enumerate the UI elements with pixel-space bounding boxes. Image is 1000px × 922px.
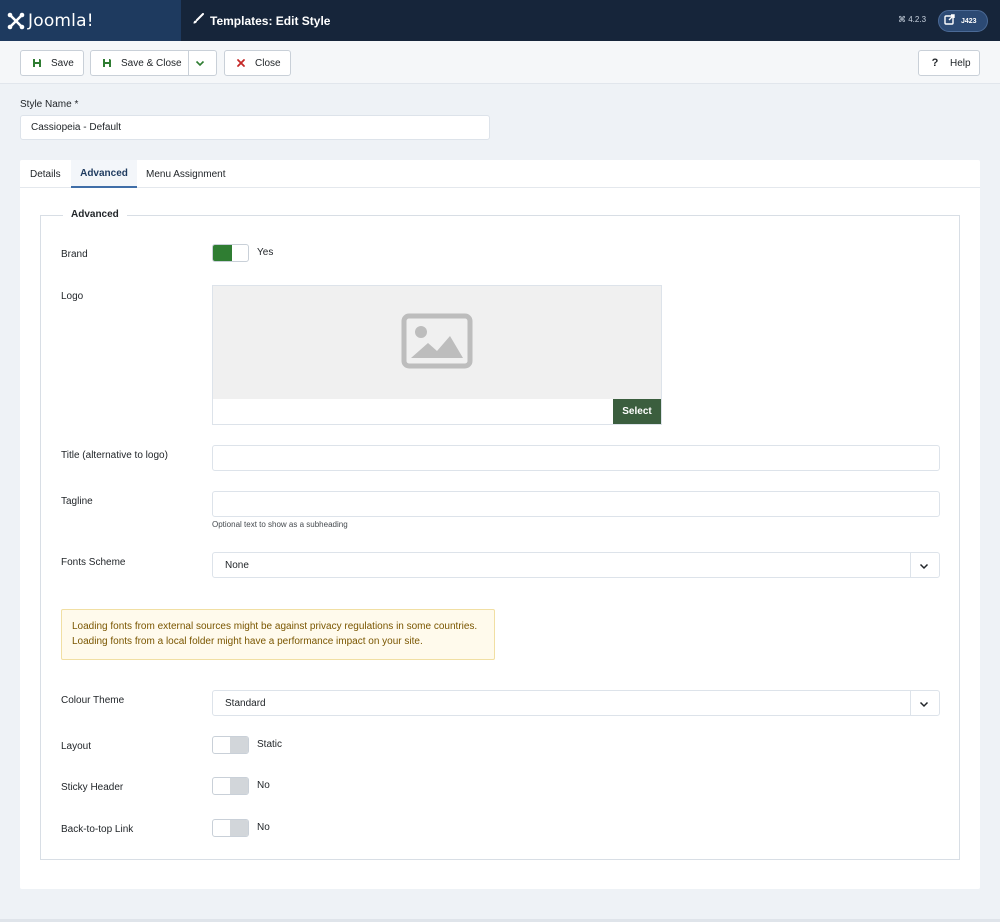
joomla-logo-icon [7,12,25,30]
edit-card: Details Advanced Menu Assignment Advance… [20,160,980,889]
sticky-header-toggle-state: No [257,780,270,791]
alert-line-2: Loading fonts from a local folder might … [72,636,423,647]
style-name-input[interactable] [20,115,490,140]
back-to-top-toggle[interactable] [212,819,249,837]
chevron-down-icon [918,560,930,575]
back-to-top-label: Back-to-top Link [61,824,134,835]
save-button[interactable]: Save [20,50,84,76]
help-button[interactable]: ? Help [918,50,980,76]
tab-bar: Details Advanced Menu Assignment [20,160,980,188]
close-icon [235,58,247,68]
external-link-icon [944,14,955,28]
tagline-input[interactable] [212,491,940,517]
fonts-scheme-value: None [225,559,249,571]
brush-icon [192,13,204,28]
fonts-scheme-label: Fonts Scheme [61,557,126,568]
help-label: Help [950,57,971,69]
close-button[interactable]: Close [224,50,291,76]
version-label: ⌘ 4.2.3 [898,15,927,24]
user-label: J423 [961,17,977,25]
toggle-off-knob [230,820,248,836]
colour-theme-select[interactable]: Standard [212,690,940,716]
save-label: Save [51,57,74,69]
colour-theme-value: Standard [225,697,266,709]
save-close-label: Save & Close [121,57,182,69]
toolbar: Save Save & Close Close ? Help [0,41,1000,84]
top-header: Joomla! Templates: Edit Style ⌘ 4.2.3 J4… [0,0,1000,41]
alert-line-1: Loading fonts from external sources migh… [72,621,478,632]
font-privacy-alert: Loading fonts from external sources migh… [61,609,495,660]
fonts-scheme-select[interactable]: None [212,552,940,578]
logo-select-button[interactable]: Select [613,399,661,424]
button-divider [188,51,189,75]
save-icon [31,58,43,68]
layout-toggle[interactable] [212,736,249,754]
back-to-top-toggle-state: No [257,822,270,833]
tab-advanced[interactable]: Advanced [71,160,137,188]
style-name-label: Style Name * [20,99,79,110]
sticky-header-toggle[interactable] [212,777,249,795]
image-placeholder-icon [401,313,473,372]
save-close-button[interactable]: Save & Close [90,50,217,76]
help-icon: ? [931,57,939,69]
logo-media-field: Select [212,285,662,425]
title-input[interactable] [212,445,940,471]
chevron-down-icon [918,698,930,713]
fieldset-legend: Advanced [63,209,127,220]
save-icon [101,58,113,68]
title-label: Title (alternative to logo) [61,450,168,461]
brand-label: Brand [61,249,88,260]
sticky-header-label: Sticky Header [61,782,124,793]
tab-details[interactable]: Details [30,160,61,188]
page-title-text: Templates: Edit Style [210,13,331,28]
layout-toggle-state: Static [257,739,283,750]
user-menu-button[interactable]: J423 [938,10,988,32]
select-divider [910,691,911,715]
advanced-fieldset: Advanced Brand Yes Logo Select Title (al… [40,209,960,860]
layout-label: Layout [61,741,92,752]
chevron-down-icon[interactable] [194,57,206,72]
toggle-off-knob [230,737,248,753]
brand-toggle-state: Yes [257,247,274,258]
tagline-label: Tagline [61,496,93,507]
logo-text: Joomla! [28,10,94,31]
brand-area[interactable]: Joomla! [0,0,181,41]
page-title: Templates: Edit Style [192,0,330,41]
select-divider [910,553,911,577]
brand-toggle[interactable] [212,244,249,262]
tagline-hint: Optional text to show as a subheading [212,520,348,529]
logo-preview[interactable] [213,286,661,399]
tab-menu-assignment[interactable]: Menu Assignment [146,160,226,188]
colour-theme-label: Colour Theme [61,695,125,706]
logo-label: Logo [61,291,84,302]
toggle-off-knob [230,778,248,794]
close-label: Close [255,57,281,69]
logo-path-field[interactable] [213,399,613,424]
toggle-on-knob [213,245,232,261]
